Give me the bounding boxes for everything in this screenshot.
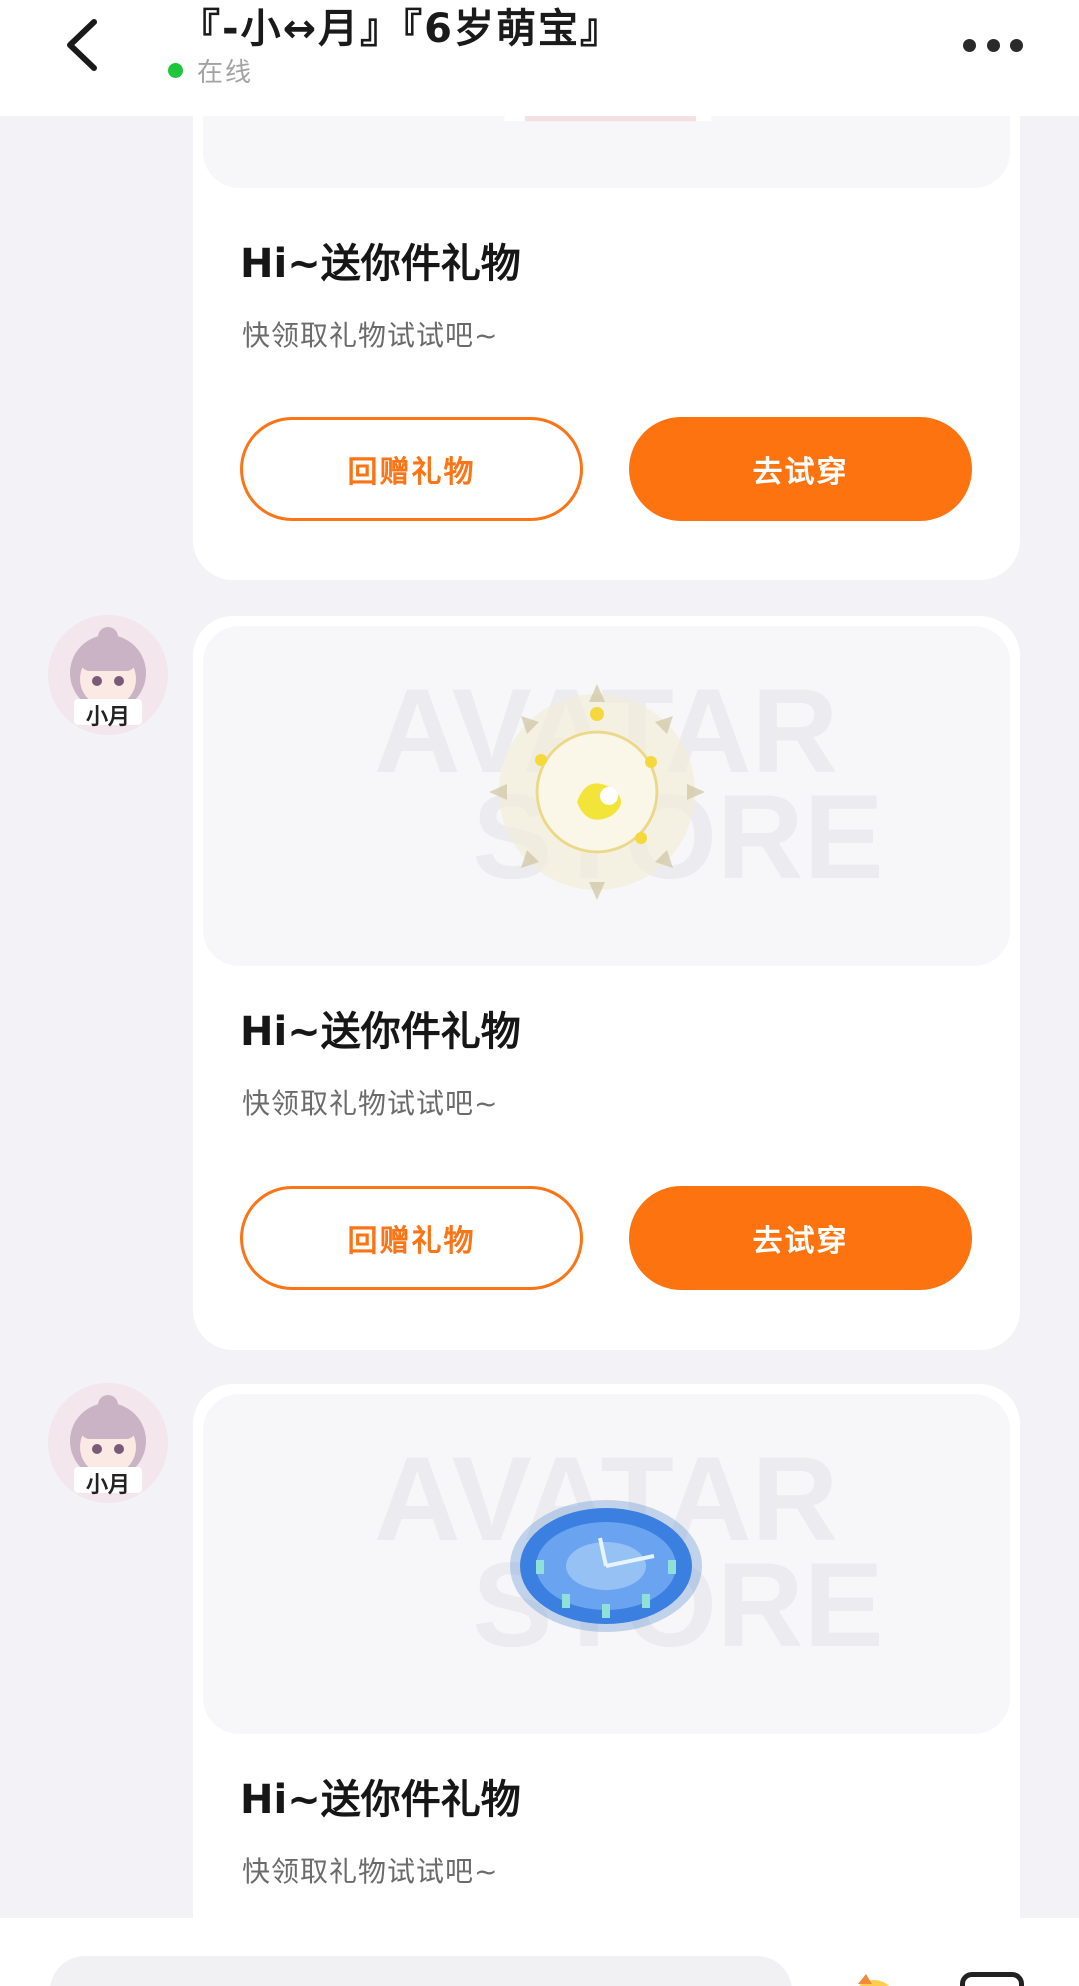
gift-card-subtitle: 快领取礼物试试吧~: [242, 1855, 499, 1888]
more-dot-icon: [1010, 38, 1023, 52]
more-dot-icon: [986, 38, 1000, 52]
emoji-icon[interactable]: [848, 1972, 900, 1986]
gift-card-subtitle: 快领取礼物试试吧~: [242, 319, 499, 352]
try-on-button[interactable]: 去试穿: [629, 1186, 972, 1290]
plus-icon[interactable]: [960, 1972, 1024, 1986]
gift-preview[interactable]: AVATAR STORE: [203, 1394, 1010, 1734]
gift-card-title: Hi~送你件礼物: [240, 241, 521, 287]
try-on-button[interactable]: 去试穿: [629, 417, 972, 521]
message-bar: [0, 1918, 1079, 1986]
chat-title: 『-小↔月』『6岁萌宝』: [180, 6, 622, 52]
gift-item-image: AVATAR STORE: [374, 664, 884, 904]
sender-avatar[interactable]: 小月: [48, 1383, 168, 1503]
gift-card-subtitle: 快领取礼物试试吧~: [242, 1087, 499, 1120]
avatar-label: 小月: [85, 705, 130, 730]
chevron-left-icon: [67, 19, 97, 71]
more-dot-icon: [963, 38, 976, 52]
online-dot-icon: [168, 62, 183, 78]
gift-preview[interactable]: AVATAR STORE: [203, 626, 1010, 966]
gift-card-title: Hi~送你件礼物: [240, 1009, 521, 1055]
online-status: 在线: [168, 52, 253, 88]
more-button[interactable]: [963, 30, 1023, 60]
chat-header: 『-小↔月』『6岁萌宝』 在线: [0, 0, 1079, 116]
chat-page: 『-小↔月』『6岁萌宝』 在线 Hi~送你件礼物 快领取礼物试试吧~ 回赠礼物 …: [0, 0, 1079, 1986]
avatar-label: 小月: [85, 1473, 130, 1498]
online-status-text: 在线: [197, 57, 254, 88]
back-button[interactable]: [58, 14, 112, 76]
return-gift-button[interactable]: 回赠礼物: [240, 1186, 583, 1290]
return-gift-button[interactable]: 回赠礼物: [240, 417, 583, 521]
gift-card: AVATAR STORE: [193, 1384, 1020, 1986]
message-input[interactable]: [50, 1956, 792, 1986]
gift-card-title: Hi~送你件礼物: [240, 1777, 521, 1823]
gift-item-image: AVATAR STORE: [374, 1432, 884, 1672]
sender-avatar[interactable]: 小月: [48, 615, 168, 735]
gift-card: AVATAR STORE: [193, 616, 1020, 1350]
